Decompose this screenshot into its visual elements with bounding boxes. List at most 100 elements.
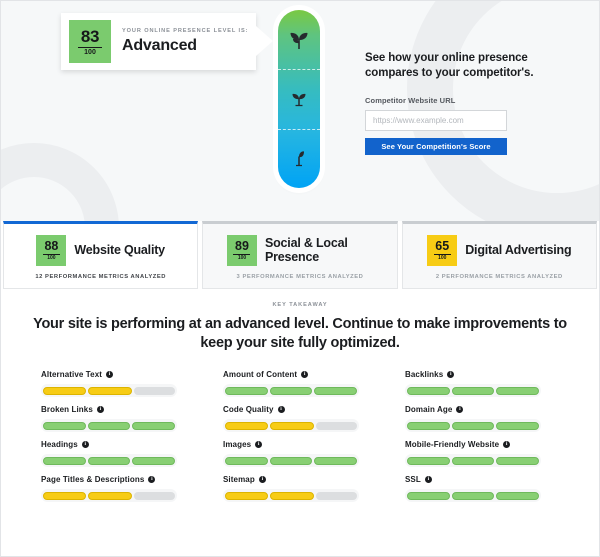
metric-score-bar <box>223 384 359 398</box>
metric-header: Sitemap i <box>223 475 379 484</box>
metric-label: Amount of Content <box>223 370 298 380</box>
metric-item: Backlinks i <box>405 370 561 398</box>
metric-bar-segment <box>43 456 86 465</box>
metric-label: Domain Age <box>405 405 453 415</box>
category-score-value: 65 <box>435 238 450 253</box>
metric-bar-segment <box>133 491 175 500</box>
performance-metrics-grid: Alternative Text i Amount of Content i Backl… <box>1 362 599 512</box>
overall-score-value: 83 <box>80 26 100 46</box>
category-title: Social & Local Presence <box>264 235 348 264</box>
metric-item: Domain Age i <box>405 405 561 433</box>
metric-label: Images <box>223 440 252 450</box>
info-icon[interactable]: i <box>277 406 285 414</box>
category-score-value: 88 <box>44 238 59 253</box>
decorative-ring-left <box>1 143 119 221</box>
metric-header: Backlinks i <box>405 370 561 379</box>
metric-header: Alternative Text i <box>41 370 197 379</box>
metric-score-bar <box>223 454 359 468</box>
metric-header: Headings i <box>41 440 197 449</box>
metric-bar-segment <box>132 421 176 430</box>
category-card-website-quality[interactable]: 88 100 Website Quality 12 PERFORMANCE ME… <box>3 221 199 289</box>
metric-item: Broken Links i <box>41 405 197 433</box>
category-title: Website Quality <box>74 242 165 257</box>
overall-score-chip: 83 100 <box>69 20 111 63</box>
category-card-digital-advertising[interactable]: 65 100 Digital Advertising 2 PERFORMANCE… <box>401 221 597 289</box>
metric-bar-segment <box>314 456 358 465</box>
metric-item: Sitemap i <box>223 475 379 503</box>
metric-item: Code Quality i <box>223 405 379 433</box>
category-score-denominator: 100 <box>237 254 247 261</box>
metric-bar-segment <box>225 386 268 395</box>
metric-label: Backlinks <box>405 370 444 380</box>
category-score-value: 89 <box>235 238 249 253</box>
metric-bar-segment <box>315 491 357 500</box>
callout-text-group: YOUR ONLINE PRESENCE LEVEL IS: Advanced <box>122 28 248 55</box>
metric-bar-segment <box>270 421 314 430</box>
category-card-top: 89 100 Social & Local Presence <box>226 234 373 266</box>
info-icon[interactable]: i <box>424 476 432 484</box>
category-metrics-count: 3 PERFORMANCE METRICS ANALYZED <box>236 273 364 280</box>
category-title: Digital Advertising <box>465 242 572 257</box>
info-icon[interactable]: i <box>447 371 455 379</box>
metric-header: Broken Links i <box>41 405 197 414</box>
metric-bar-segment <box>269 456 313 465</box>
metric-bar-segment <box>43 421 86 430</box>
category-card-top: 65 100 Digital Advertising <box>427 234 572 266</box>
metric-bar-segment <box>451 456 495 465</box>
category-card-social-local-presence[interactable]: 89 100 Social & Local Presence 3 PERFORM… <box>202 221 398 289</box>
report-page: 83 100 YOUR ONLINE PRESENCE LEVEL IS: Ad… <box>0 0 600 557</box>
metric-bar-segment <box>87 456 131 465</box>
metric-label: Broken Links <box>41 405 93 415</box>
metric-header: Code Quality i <box>223 405 379 414</box>
metric-bar-segment <box>43 491 87 500</box>
metric-item: Mobile-Friendly Website i <box>405 440 561 468</box>
metric-score-bar <box>405 489 541 503</box>
metric-label: SSL <box>405 475 421 485</box>
metric-bar-segment <box>88 386 132 395</box>
metric-bar-segment <box>133 386 175 395</box>
competitor-url-label: Competitor Website URL <box>365 95 456 105</box>
metric-bar-segment <box>270 491 314 500</box>
metric-bar-segment <box>132 456 176 465</box>
metric-item: Alternative Text i <box>41 370 197 398</box>
presence-level-gauge <box>278 10 320 188</box>
info-icon[interactable]: i <box>258 476 266 484</box>
key-takeaway-section: KEY TAKEAWAY Your site is performing at … <box>1 289 599 362</box>
sprout-small-icon <box>296 151 304 167</box>
gauge-segment-advanced <box>278 10 320 69</box>
metric-label: Headings <box>41 440 78 450</box>
see-competition-score-button[interactable]: See Your Competition's Score <box>365 137 507 155</box>
info-icon[interactable]: i <box>148 476 156 484</box>
info-icon[interactable]: i <box>255 441 263 449</box>
info-icon[interactable]: i <box>96 406 104 414</box>
metric-header: Mobile-Friendly Website i <box>405 440 561 449</box>
info-icon[interactable]: i <box>456 406 464 414</box>
metric-bar-segment <box>269 386 313 395</box>
metric-item: Amount of Content i <box>223 370 379 398</box>
metric-score-bar <box>405 384 541 398</box>
info-icon[interactable]: i <box>106 371 114 379</box>
metric-bar-segment <box>87 421 131 430</box>
metric-bar-segment <box>496 421 540 430</box>
metric-label: Page Titles & Descriptions <box>41 475 145 485</box>
metric-bar-segment <box>496 386 540 395</box>
overall-score-callout: 83 100 YOUR ONLINE PRESENCE LEVEL IS: Ad… <box>61 13 273 70</box>
metric-bar-segment <box>43 386 87 395</box>
metric-bar-segment <box>88 491 132 500</box>
metric-header: Page Titles & Descriptions i <box>41 475 197 484</box>
presence-level-value: Advanced <box>122 37 197 54</box>
competitor-url-input[interactable] <box>365 109 507 131</box>
key-takeaway-kicker: KEY TAKEAWAY <box>272 302 328 308</box>
metric-item: Images i <box>223 440 379 468</box>
metric-label: Alternative Text <box>41 370 103 380</box>
info-icon[interactable]: i <box>81 441 89 449</box>
gauge-segment-beginner <box>278 128 320 188</box>
hero-section: 83 100 YOUR ONLINE PRESENCE LEVEL IS: Ad… <box>1 1 599 221</box>
sprout-medium-icon <box>292 94 306 107</box>
category-card-top: 88 100 Website Quality <box>36 234 165 266</box>
metric-score-bar <box>223 489 359 503</box>
metric-score-bar <box>41 384 177 398</box>
info-icon[interactable]: i <box>503 441 511 449</box>
metric-score-bar <box>405 419 541 433</box>
info-icon[interactable]: i <box>301 371 309 379</box>
